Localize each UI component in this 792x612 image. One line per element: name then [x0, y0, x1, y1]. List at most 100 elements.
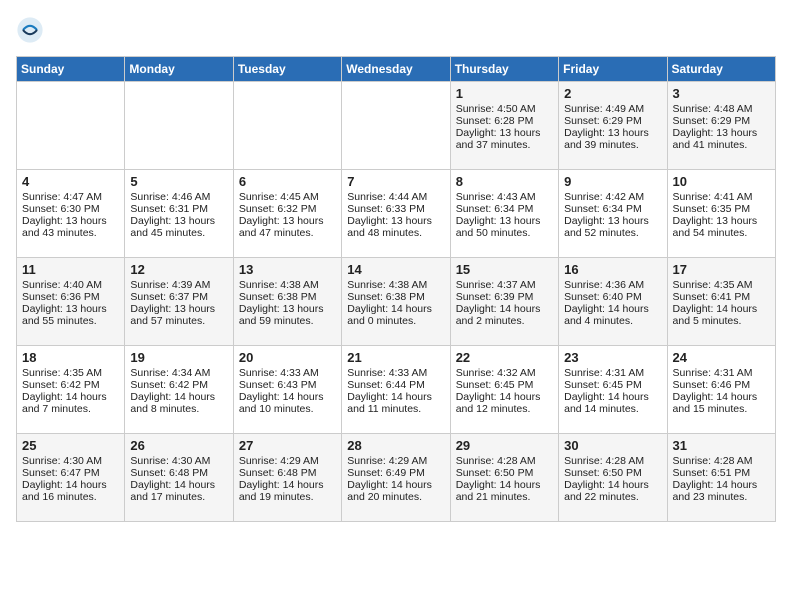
calendar-week-1: 1Sunrise: 4:50 AMSunset: 6:28 PMDaylight…: [17, 82, 776, 170]
weekday-header-row: SundayMondayTuesdayWednesdayThursdayFrid…: [17, 57, 776, 82]
day-number: 14: [347, 262, 444, 277]
calendar-cell: 24Sunrise: 4:31 AMSunset: 6:46 PMDayligh…: [667, 346, 775, 434]
page-header: [16, 16, 776, 44]
day-number: 24: [673, 350, 770, 365]
cell-info-line: Sunrise: 4:40 AM: [22, 279, 119, 291]
cell-info-line: Sunrise: 4:38 AM: [347, 279, 444, 291]
cell-info-line: Sunrise: 4:46 AM: [130, 191, 227, 203]
weekday-header-friday: Friday: [559, 57, 667, 82]
day-number: 1: [456, 86, 553, 101]
cell-info-line: Sunrise: 4:30 AM: [130, 455, 227, 467]
cell-info-line: Daylight: 13 hours: [673, 215, 770, 227]
cell-info-line: and 16 minutes.: [22, 491, 119, 503]
day-number: 2: [564, 86, 661, 101]
cell-info-line: Daylight: 14 hours: [564, 479, 661, 491]
weekday-header-saturday: Saturday: [667, 57, 775, 82]
cell-info-line: Sunrise: 4:45 AM: [239, 191, 336, 203]
cell-info-line: Daylight: 14 hours: [673, 303, 770, 315]
cell-info-line: Sunrise: 4:28 AM: [673, 455, 770, 467]
cell-info-line: Sunset: 6:36 PM: [22, 291, 119, 303]
cell-info-line: Daylight: 14 hours: [347, 391, 444, 403]
cell-info-line: and 52 minutes.: [564, 227, 661, 239]
day-number: 9: [564, 174, 661, 189]
calendar-cell: 10Sunrise: 4:41 AMSunset: 6:35 PMDayligh…: [667, 170, 775, 258]
cell-info-line: Sunset: 6:29 PM: [564, 115, 661, 127]
calendar-cell: 4Sunrise: 4:47 AMSunset: 6:30 PMDaylight…: [17, 170, 125, 258]
day-number: 20: [239, 350, 336, 365]
calendar-cell: [342, 82, 450, 170]
calendar-cell: 1Sunrise: 4:50 AMSunset: 6:28 PMDaylight…: [450, 82, 558, 170]
cell-info-line: and 55 minutes.: [22, 315, 119, 327]
cell-info-line: and 39 minutes.: [564, 139, 661, 151]
calendar-header: SundayMondayTuesdayWednesdayThursdayFrid…: [17, 57, 776, 82]
calendar-cell: 25Sunrise: 4:30 AMSunset: 6:47 PMDayligh…: [17, 434, 125, 522]
cell-info-line: Sunset: 6:31 PM: [130, 203, 227, 215]
cell-info-line: Daylight: 13 hours: [239, 215, 336, 227]
cell-info-line: Sunset: 6:42 PM: [22, 379, 119, 391]
calendar-cell: 16Sunrise: 4:36 AMSunset: 6:40 PMDayligh…: [559, 258, 667, 346]
cell-info-line: Sunset: 6:40 PM: [564, 291, 661, 303]
day-number: 5: [130, 174, 227, 189]
cell-info-line: Sunrise: 4:48 AM: [673, 103, 770, 115]
calendar-cell: 17Sunrise: 4:35 AMSunset: 6:41 PMDayligh…: [667, 258, 775, 346]
cell-info-line: Daylight: 14 hours: [673, 479, 770, 491]
cell-info-line: Sunrise: 4:33 AM: [239, 367, 336, 379]
calendar-cell: 18Sunrise: 4:35 AMSunset: 6:42 PMDayligh…: [17, 346, 125, 434]
calendar-cell: 26Sunrise: 4:30 AMSunset: 6:48 PMDayligh…: [125, 434, 233, 522]
cell-info-line: Sunrise: 4:41 AM: [673, 191, 770, 203]
day-number: 27: [239, 438, 336, 453]
cell-info-line: Daylight: 13 hours: [22, 215, 119, 227]
day-number: 7: [347, 174, 444, 189]
calendar-cell: 6Sunrise: 4:45 AMSunset: 6:32 PMDaylight…: [233, 170, 341, 258]
cell-info-line: Sunset: 6:42 PM: [130, 379, 227, 391]
cell-info-line: Sunset: 6:48 PM: [239, 467, 336, 479]
cell-info-line: Sunset: 6:44 PM: [347, 379, 444, 391]
cell-info-line: and 37 minutes.: [456, 139, 553, 151]
cell-info-line: Sunset: 6:50 PM: [564, 467, 661, 479]
day-number: 19: [130, 350, 227, 365]
calendar-cell: [233, 82, 341, 170]
cell-info-line: and 7 minutes.: [22, 403, 119, 415]
calendar-cell: 15Sunrise: 4:37 AMSunset: 6:39 PMDayligh…: [450, 258, 558, 346]
day-number: 8: [456, 174, 553, 189]
cell-info-line: and 12 minutes.: [456, 403, 553, 415]
cell-info-line: Sunrise: 4:30 AM: [22, 455, 119, 467]
cell-info-line: Sunset: 6:34 PM: [456, 203, 553, 215]
logo-icon: [16, 16, 44, 44]
logo: [16, 16, 48, 44]
weekday-header-thursday: Thursday: [450, 57, 558, 82]
cell-info-line: Daylight: 14 hours: [130, 391, 227, 403]
cell-info-line: Daylight: 14 hours: [347, 303, 444, 315]
cell-info-line: and 11 minutes.: [347, 403, 444, 415]
calendar-cell: 20Sunrise: 4:33 AMSunset: 6:43 PMDayligh…: [233, 346, 341, 434]
cell-info-line: Sunrise: 4:39 AM: [130, 279, 227, 291]
calendar-cell: 13Sunrise: 4:38 AMSunset: 6:38 PMDayligh…: [233, 258, 341, 346]
cell-info-line: Daylight: 13 hours: [22, 303, 119, 315]
cell-info-line: Sunrise: 4:44 AM: [347, 191, 444, 203]
calendar-cell: 29Sunrise: 4:28 AMSunset: 6:50 PMDayligh…: [450, 434, 558, 522]
day-number: 18: [22, 350, 119, 365]
calendar-cell: 19Sunrise: 4:34 AMSunset: 6:42 PMDayligh…: [125, 346, 233, 434]
cell-info-line: Daylight: 13 hours: [456, 215, 553, 227]
cell-info-line: Daylight: 14 hours: [22, 479, 119, 491]
day-number: 26: [130, 438, 227, 453]
day-number: 17: [673, 262, 770, 277]
cell-info-line: and 50 minutes.: [456, 227, 553, 239]
calendar-cell: 5Sunrise: 4:46 AMSunset: 6:31 PMDaylight…: [125, 170, 233, 258]
calendar-cell: 9Sunrise: 4:42 AMSunset: 6:34 PMDaylight…: [559, 170, 667, 258]
cell-info-line: Sunrise: 4:32 AM: [456, 367, 553, 379]
cell-info-line: Daylight: 14 hours: [564, 391, 661, 403]
cell-info-line: and 54 minutes.: [673, 227, 770, 239]
calendar-week-4: 18Sunrise: 4:35 AMSunset: 6:42 PMDayligh…: [17, 346, 776, 434]
calendar-cell: 11Sunrise: 4:40 AMSunset: 6:36 PMDayligh…: [17, 258, 125, 346]
cell-info-line: and 19 minutes.: [239, 491, 336, 503]
day-number: 29: [456, 438, 553, 453]
calendar-body: 1Sunrise: 4:50 AMSunset: 6:28 PMDaylight…: [17, 82, 776, 522]
cell-info-line: Daylight: 13 hours: [456, 127, 553, 139]
cell-info-line: Sunrise: 4:29 AM: [239, 455, 336, 467]
weekday-header-wednesday: Wednesday: [342, 57, 450, 82]
cell-info-line: and 21 minutes.: [456, 491, 553, 503]
day-number: 13: [239, 262, 336, 277]
cell-info-line: and 14 minutes.: [564, 403, 661, 415]
weekday-header-sunday: Sunday: [17, 57, 125, 82]
